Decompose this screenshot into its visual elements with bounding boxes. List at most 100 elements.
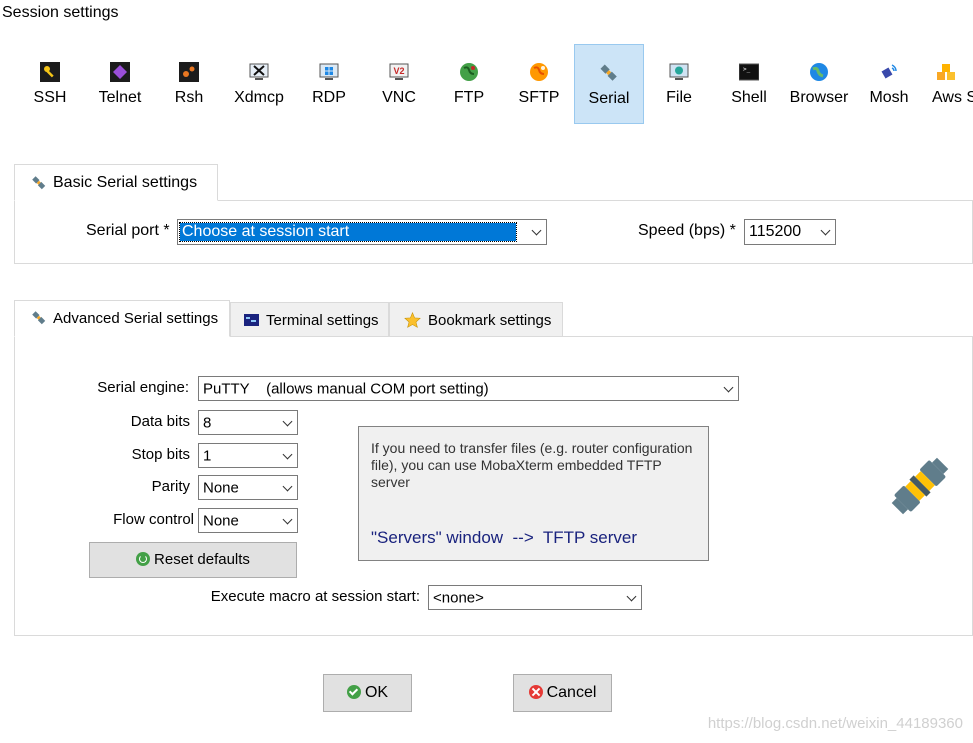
session-type-browser[interactable]: Browser <box>784 44 854 124</box>
parity-label: Parity <box>151 478 190 495</box>
rdp-icon <box>319 63 339 80</box>
session-type-ssh[interactable]: SSH <box>15 44 85 124</box>
session-type-label: Rsh <box>174 89 204 106</box>
chevron-down-icon <box>723 382 734 392</box>
session-type-label: FTP <box>453 89 485 106</box>
rsh-icon <box>179 62 199 82</box>
tab-label: Basic Serial settings <box>53 174 198 191</box>
tab-label: Terminal settings <box>266 312 379 329</box>
svg-text:V2: V2 <box>393 66 404 76</box>
star-icon <box>404 311 421 332</box>
svg-text:>_: >_ <box>743 66 751 73</box>
tab-terminal-settings[interactable]: Terminal settings <box>230 302 389 337</box>
session-type-label: File <box>666 89 692 106</box>
session-type-shell[interactable]: >_ Shell <box>714 44 784 124</box>
stop-bits-value: 1 <box>203 447 212 464</box>
chevron-down-icon <box>282 416 293 426</box>
terminal-icon <box>244 313 259 331</box>
ssh-key-icon <box>40 62 60 82</box>
serial-engine-select[interactable]: PuTTY (allows manual COM port setting) <box>198 376 739 401</box>
sftp-globe-icon <box>530 63 548 81</box>
session-type-label: Xdmcp <box>234 89 284 106</box>
ok-button[interactable]: OK <box>323 674 412 712</box>
vnc-icon: V2 <box>389 63 409 80</box>
serial-plug-large-icon <box>886 452 954 525</box>
parity-select[interactable]: None <box>198 475 298 500</box>
session-type-rdp[interactable]: RDP <box>294 44 364 124</box>
tab-advanced-serial-settings[interactable]: Advanced Serial settings <box>14 300 230 337</box>
tab-label: Advanced Serial settings <box>53 310 219 327</box>
browser-globe-icon <box>810 63 828 81</box>
speed-select[interactable]: 115200 <box>744 219 836 245</box>
stop-bits-select[interactable]: 1 <box>198 443 298 468</box>
speed-label: Speed (bps) * <box>638 222 736 239</box>
tab-label: Bookmark settings <box>428 312 552 329</box>
session-type-aws[interactable]: Aws S <box>924 44 973 124</box>
reset-defaults-button[interactable]: Reset defaults <box>89 542 297 578</box>
macro-value: <none> <box>433 589 484 606</box>
cancel-label: Cancel <box>546 684 597 701</box>
session-type-label: Mosh <box>869 89 909 106</box>
data-bits-value: 8 <box>203 414 212 431</box>
chevron-down-icon <box>820 225 831 236</box>
session-type-label: SSH <box>33 89 67 106</box>
close-icon <box>528 685 543 699</box>
aws-cubes-icon <box>937 64 955 80</box>
ftp-globe-icon <box>460 63 478 81</box>
serial-port-select[interactable]: Choose at session start <box>177 219 547 245</box>
serial-plug-icon <box>600 64 617 81</box>
session-type-serial[interactable]: Serial <box>574 44 644 124</box>
tftp-info-box: If you need to transfer files (e.g. rout… <box>358 426 709 561</box>
macro-label: Execute macro at session start: <box>210 588 420 605</box>
session-type-rsh[interactable]: Rsh <box>154 44 224 124</box>
session-type-vnc[interactable]: V2 VNC <box>364 44 434 124</box>
reset-icon <box>136 552 151 566</box>
session-type-label: RDP <box>312 89 346 106</box>
tftp-server-link[interactable]: "Servers" window --> TFTP server <box>371 528 637 548</box>
parity-value: None <box>203 479 239 496</box>
chevron-down-icon <box>282 481 293 491</box>
session-type-sftp[interactable]: SFTP <box>504 44 574 124</box>
serial-plug-icon <box>31 175 47 195</box>
session-type-toolbar: SSH Telnet Rsh Xdmcp RDP V2 VNC FTP SFTP… <box>0 44 973 126</box>
session-type-mosh[interactable]: Mosh <box>854 44 924 124</box>
session-type-ftp[interactable]: FTP <box>434 44 504 124</box>
chevron-down-icon <box>282 514 293 524</box>
reset-defaults-label: Reset defaults <box>154 551 250 568</box>
tab-bookmark-settings[interactable]: Bookmark settings <box>389 302 563 337</box>
session-type-label: Aws S <box>932 89 973 106</box>
serial-port-label: Serial port * <box>86 222 170 239</box>
session-type-label: Shell <box>731 89 767 106</box>
window-title: Session settings <box>2 4 119 21</box>
xdmcp-icon <box>249 63 269 80</box>
check-icon <box>346 685 361 699</box>
session-type-label: VNC <box>382 89 416 106</box>
serial-engine-label: Serial engine: <box>97 379 189 396</box>
stop-bits-label: Stop bits <box>131 446 190 463</box>
session-type-label: Telnet <box>98 89 142 106</box>
watermark-text: https://blog.csdn.net/weixin_44189360 <box>707 715 963 732</box>
shell-terminal-icon: >_ <box>739 63 759 81</box>
flow-control-value: None <box>203 512 239 529</box>
chevron-down-icon <box>282 449 293 459</box>
data-bits-label: Data bits <box>130 413 190 430</box>
speed-value: 115200 <box>749 223 802 240</box>
session-type-label: Browser <box>789 89 849 106</box>
chevron-down-icon <box>531 225 542 236</box>
serial-plug-icon <box>31 310 47 330</box>
session-type-label: Serial <box>588 90 630 107</box>
session-type-xdmcp[interactable]: Xdmcp <box>224 44 294 124</box>
tftp-info-text: If you need to transfer files (e.g. rout… <box>371 440 693 490</box>
data-bits-select[interactable]: 8 <box>198 410 298 435</box>
session-type-file[interactable]: File <box>644 44 714 124</box>
session-type-label: SFTP <box>518 89 560 106</box>
telnet-icon <box>110 62 130 82</box>
tab-basic-serial-settings[interactable]: Basic Serial settings <box>14 164 218 201</box>
serial-port-value: Choose at session start <box>179 222 517 242</box>
macro-select[interactable]: <none> <box>428 585 642 610</box>
chevron-down-icon <box>626 591 637 601</box>
session-type-telnet[interactable]: Telnet <box>85 44 155 124</box>
cancel-button[interactable]: Cancel <box>513 674 612 712</box>
flow-control-select[interactable]: None <box>198 508 298 533</box>
serial-engine-value: PuTTY (allows manual COM port setting) <box>203 380 489 397</box>
